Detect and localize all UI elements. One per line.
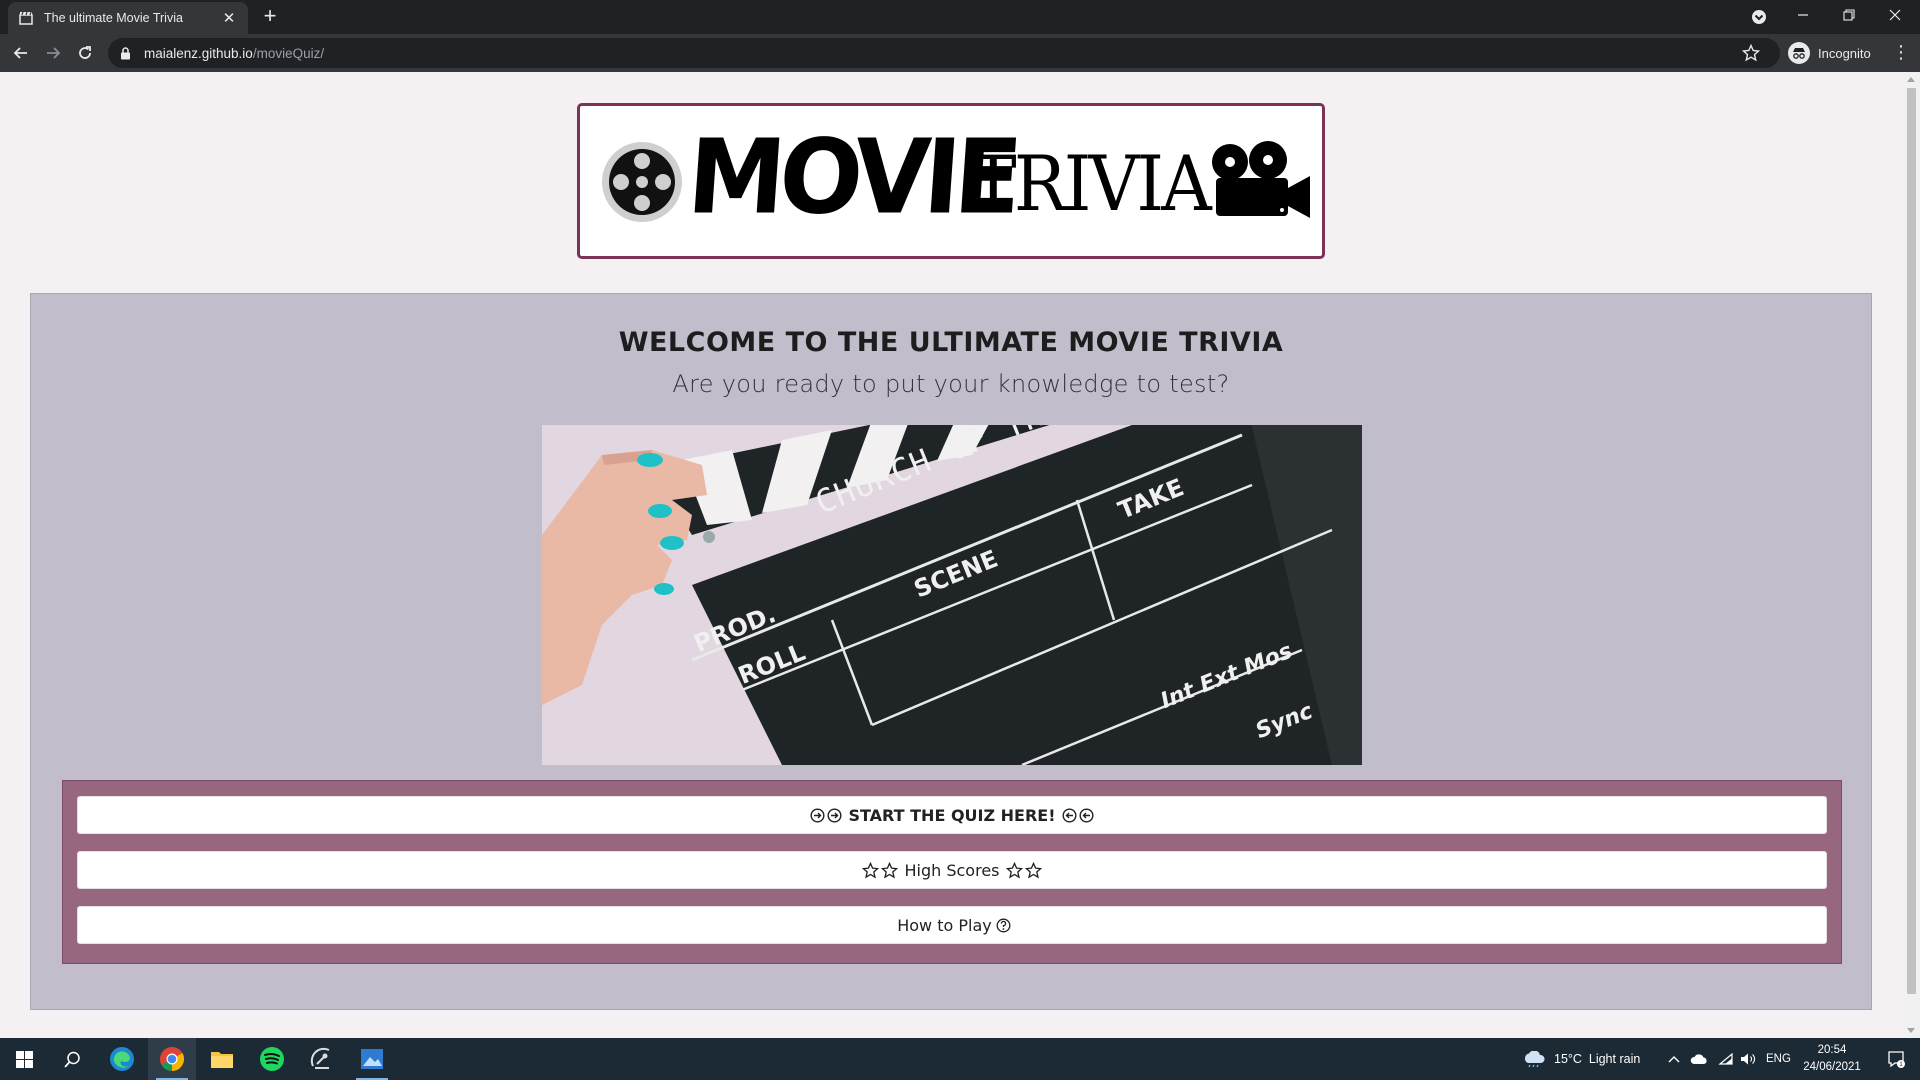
arrow-circle-right-icon	[810, 807, 825, 823]
windows-start-button[interactable]	[0, 1038, 48, 1080]
url-path: /movieQuiz/	[252, 45, 325, 61]
tab-title: The ultimate Movie Trivia	[44, 11, 183, 25]
satellite-dish-icon	[310, 1047, 330, 1069]
notification-icon: 1	[1888, 1051, 1905, 1068]
windows-logo-icon	[15, 1050, 33, 1068]
incognito-icon	[1788, 42, 1810, 64]
taskbar-edge[interactable]	[98, 1038, 146, 1080]
weather-widget[interactable]: 15°C Light rain	[1522, 1038, 1640, 1080]
arrow-left-icon	[13, 47, 27, 59]
tray-expand-icon[interactable]	[1668, 1038, 1680, 1080]
page-scrollbar[interactable]	[1903, 72, 1920, 1038]
star-outline-icon	[862, 861, 880, 879]
tab-search-icon[interactable]	[1750, 8, 1768, 26]
language-text: ENG	[1766, 1053, 1791, 1065]
question-circle-icon	[996, 918, 1011, 933]
restore-button[interactable]	[1826, 0, 1872, 30]
wifi-icon[interactable]	[1718, 1038, 1734, 1080]
welcome-title: WELCOME TO THE ULTIMATE MOVIE TRIVIA	[618, 327, 1284, 358]
browser-toolbar: maialenz.github.io/movieQuiz/ Incognito …	[0, 34, 1920, 72]
film-reel-icon	[602, 142, 682, 222]
how-to-play-button[interactable]: How to Play	[77, 906, 1827, 944]
star-outline-icon	[881, 861, 899, 879]
scrollbar-thumb[interactable]	[1907, 88, 1916, 994]
edge-browser-icon	[110, 1047, 134, 1071]
taskbar-photos[interactable]	[348, 1038, 396, 1080]
movie-camera-icon	[1212, 141, 1310, 218]
incognito-profile-button[interactable]: Incognito	[1788, 38, 1871, 68]
scroll-up-arrow-icon[interactable]	[1907, 77, 1915, 82]
arrow-right-icon	[47, 47, 61, 59]
star-outline-icon	[1024, 861, 1042, 879]
folder-icon	[211, 1052, 233, 1068]
arrow-circle-right-icon	[827, 807, 842, 823]
high-scores-button[interactable]: High Scores	[77, 851, 1827, 889]
arrow-circle-left-icon	[1079, 807, 1094, 823]
taskbar-app-satellite[interactable]	[298, 1038, 346, 1080]
back-button[interactable]	[10, 42, 32, 64]
taskbar-spotify[interactable]	[248, 1038, 296, 1080]
minimize-button[interactable]	[1780, 0, 1826, 30]
spotify-icon	[260, 1047, 284, 1071]
start-quiz-button[interactable]: START THE QUIZ HERE!	[77, 796, 1827, 834]
url-host: maialenz.github.io	[144, 45, 253, 61]
rain-cloud-icon	[1524, 1051, 1545, 1067]
notification-center-button[interactable]: 1	[1872, 1038, 1920, 1080]
taskbar-search-button[interactable]	[48, 1038, 96, 1080]
chrome-browser-icon	[160, 1047, 185, 1071]
how-to-play-label: How to Play	[897, 915, 992, 935]
browser-titlebar: The ultimate Movie Trivia ✕ +	[0, 0, 1920, 34]
star-outline-icon	[1005, 861, 1023, 879]
system-clock[interactable]: 20:54 24/06/2021	[1794, 1042, 1870, 1076]
windows-taskbar: 15°C Light rain ENG 20:54 24/06/2021 1	[0, 1038, 1920, 1080]
clock-time: 20:54	[1817, 1044, 1847, 1056]
clapperboard-hero-image: PROD. CHURCH OF THE CITY NYC SCENE TAKE …	[542, 425, 1362, 765]
reload-button[interactable]	[74, 42, 96, 64]
url-text: maialenz.github.io/movieQuiz/	[144, 46, 324, 61]
start-quiz-label: START THE QUIZ HERE!	[848, 805, 1056, 825]
tab-close-icon[interactable]: ✕	[220, 9, 238, 27]
logo-word-movie: MOVIE	[683, 118, 1020, 238]
language-indicator[interactable]: ENG	[1766, 1038, 1791, 1080]
lock-icon	[120, 46, 134, 60]
volume-icon[interactable]	[1740, 1038, 1756, 1080]
welcome-tagline: Are you ready to put your knowledge to t…	[672, 370, 1230, 398]
bookmark-star-icon[interactable]	[1742, 44, 1760, 62]
clock-date: 24/06/2021	[1803, 1061, 1861, 1073]
scroll-down-arrow-icon[interactable]	[1907, 1028, 1915, 1033]
menu-button-panel: START THE QUIZ HERE! High Scores How to …	[62, 780, 1842, 964]
site-logo: MOVIE TRIVIA	[577, 103, 1325, 259]
reload-icon	[79, 46, 91, 59]
browser-menu-icon[interactable]: ⋮	[1892, 43, 1910, 65]
onedrive-cloud-icon[interactable]	[1690, 1038, 1708, 1080]
page-viewport: MOVIE TRIVIA WELCOME TO THE ULTIMATE MOV…	[0, 72, 1920, 1038]
weather-text: 15°C Light rain	[1554, 1052, 1641, 1066]
close-window-button[interactable]	[1872, 0, 1918, 30]
taskbar-file-explorer[interactable]	[198, 1038, 246, 1080]
clapperboard-icon	[18, 10, 34, 26]
logo-word-trivia: TRIVIA	[970, 139, 1212, 228]
browser-tab[interactable]: The ultimate Movie Trivia ✕	[8, 2, 248, 34]
search-icon	[63, 1051, 80, 1068]
photos-icon	[361, 1049, 383, 1069]
forward-button[interactable]	[42, 42, 64, 64]
arrow-circle-left-icon	[1062, 807, 1077, 823]
welcome-panel: WELCOME TO THE ULTIMATE MOVIE TRIVIA Are…	[30, 293, 1872, 1010]
taskbar-chrome[interactable]	[148, 1038, 196, 1080]
address-bar[interactable]: maialenz.github.io/movieQuiz/	[108, 38, 1780, 68]
high-scores-label: High Scores	[904, 860, 1000, 880]
new-tab-button[interactable]: +	[258, 5, 282, 29]
incognito-label: Incognito	[1818, 45, 1871, 61]
